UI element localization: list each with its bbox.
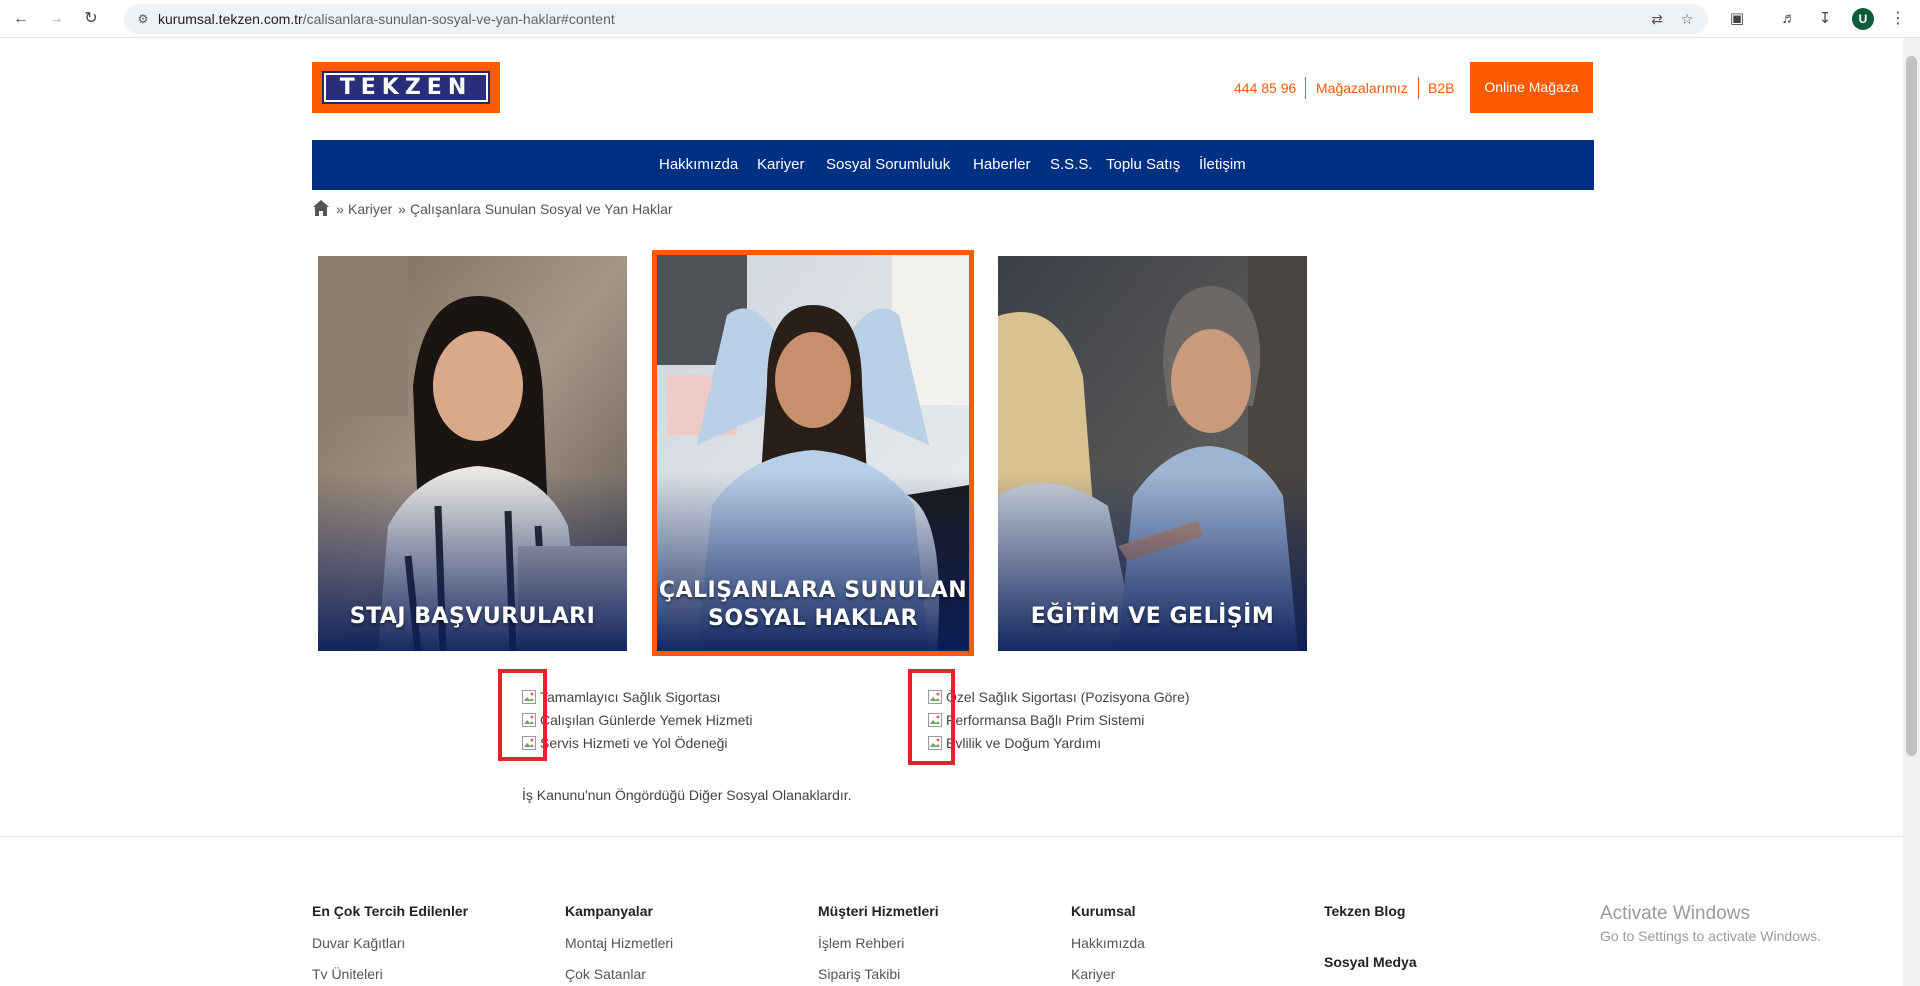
more-menu-icon[interactable]: ⋮ [1890, 8, 1906, 30]
highlight-box [498, 669, 547, 761]
footer-column-title: Kampanyalar [565, 903, 653, 919]
card-training[interactable]: EĞİTİM VE GELİŞİM [998, 256, 1307, 651]
nav-item-faq[interactable]: S.S.S. [1050, 155, 1093, 175]
profile-avatar[interactable]: U [1852, 8, 1874, 30]
footer-link[interactable]: Sipariş Takibi [818, 965, 900, 983]
forward-icon[interactable]: → [45, 8, 67, 30]
card-title: EĞİTİM VE GELİŞİM [1030, 604, 1275, 629]
footer-link[interactable]: Hakkımızda [1071, 934, 1145, 952]
reload-icon[interactable]: ↻ [80, 8, 102, 30]
bookmark-star-icon[interactable]: ☆ [1678, 10, 1696, 28]
media-controls-icon[interactable]: ♬ [1778, 8, 1800, 30]
nav-item-bulk-sales[interactable]: Toplu Satış [1106, 155, 1180, 175]
breadcrumb-item-career[interactable]: Kariyer [348, 199, 392, 219]
breadcrumb-separator: » [336, 201, 344, 217]
card-title: STAJ BAŞVURULARI [349, 604, 596, 629]
phone-link[interactable]: 444 85 96 [1234, 79, 1296, 97]
nav-item-contact[interactable]: İletişim [1199, 155, 1246, 175]
logo-text: TEKZEN [326, 75, 486, 100]
watermark-subtitle: Go to Settings to activate Windows. [1600, 928, 1821, 944]
list-item: Performansa Bağlı Prim Sistemi [916, 709, 1190, 732]
home-icon[interactable] [312, 199, 330, 217]
nav-item-career[interactable]: Kariyer [757, 155, 805, 175]
nav-item-about[interactable]: Hakkımızda [659, 155, 738, 175]
card-photo [318, 256, 627, 651]
footer-link[interactable]: Duvar Kağıtları [312, 934, 405, 952]
breadcrumb-item-current: Çalışanlara Sunulan Sosyal ve Yan Haklar [410, 201, 673, 217]
extensions-icon[interactable]: ▣ [1726, 8, 1748, 30]
highlight-box [908, 669, 955, 765]
download-icon[interactable]: ↧ [1814, 8, 1836, 30]
footer-link[interactable]: Çok Satanlar [565, 965, 646, 983]
nav-item-news[interactable]: Haberler [973, 155, 1031, 175]
scrollbar-thumb[interactable] [1906, 56, 1917, 756]
card-internship[interactable]: STAJ BAŞVURULARI [318, 256, 627, 651]
site-info-icon[interactable]: ⚙ [134, 10, 152, 28]
active-card-border [652, 250, 974, 656]
header-divider [1418, 77, 1419, 99]
benefit-text: Performansa Bağlı Prim Sistemi [946, 712, 1145, 728]
translate-icon[interactable]: ⇄ [1648, 10, 1666, 28]
online-store-button[interactable]: Online Mağaza [1470, 62, 1593, 113]
benefit-text: Özel Sağlık Sigortası (Pozisyona Göre) [946, 689, 1190, 705]
benefit-text: Çalışılan Günlerde Yemek Hizmeti [540, 712, 753, 728]
footer-column-title: Müşteri Hizmetleri [818, 903, 939, 919]
benefit-text: Tamamlayıcı Sağlık Sigortası [540, 689, 721, 705]
footer-column-title: Kurumsal [1071, 903, 1136, 919]
footer-column-title: En Çok Tercih Edilenler [312, 903, 469, 919]
footer-link[interactable]: Kariyer [1071, 965, 1115, 983]
url-text[interactable]: kurumsal.tekzen.com.tr/calisanlara-sunul… [158, 10, 615, 28]
section-divider [0, 836, 1903, 837]
list-item: Özel Sağlık Sigortası (Pozisyona Göre) [916, 686, 1190, 709]
breadcrumb-separator: » [398, 201, 406, 217]
list-item: Evlilik ve Doğum Yardımı [916, 732, 1190, 755]
tekzen-logo[interactable]: TEKZEN [312, 62, 500, 113]
watermark-title: Activate Windows [1600, 903, 1750, 924]
benefit-text: Evlilik ve Doğum Yardımı [946, 735, 1102, 751]
windows-activation-watermark: Activate Windows Go to Settings to activ… [1600, 903, 1821, 945]
stores-link[interactable]: Mağazalarımız [1316, 79, 1408, 97]
main-nav: Hakkımızda Kariyer Sosyal Sorumluluk Hab… [312, 140, 1594, 190]
back-icon[interactable]: ← [10, 8, 32, 30]
benefit-text: Servis Hizmeti ve Yol Ödeneği [540, 735, 728, 751]
address-bar[interactable]: ⚙ kurumsal.tekzen.com.tr/calisanlara-sun… [124, 4, 1708, 34]
footer-social-title: Sosyal Medya [1324, 954, 1417, 970]
page-scrollbar[interactable] [1903, 38, 1920, 986]
footer-link[interactable]: Montaj Hizmetleri [565, 934, 673, 952]
logo-frame: TEKZEN [322, 71, 490, 104]
nav-item-social-responsibility[interactable]: Sosyal Sorumluluk [826, 155, 950, 175]
footer-column-title[interactable]: Tekzen Blog [1324, 902, 1405, 920]
benefits-list-right: Özel Sağlık Sigortası (Pozisyona Göre) P… [916, 686, 1190, 755]
benefits-note: İş Kanunu'nun Öngördüğü Diğer Sosyal Ola… [522, 787, 852, 803]
header-divider [1305, 77, 1306, 99]
browser-toolbar: ← → ↻ ⚙ kurumsal.tekzen.com.tr/calisanla… [0, 0, 1920, 38]
footer-link[interactable]: Tv Üniteleri [312, 965, 383, 983]
card-photo [998, 256, 1307, 651]
b2b-link[interactable]: B2B [1428, 79, 1454, 97]
footer-link[interactable]: İşlem Rehberi [818, 934, 904, 952]
